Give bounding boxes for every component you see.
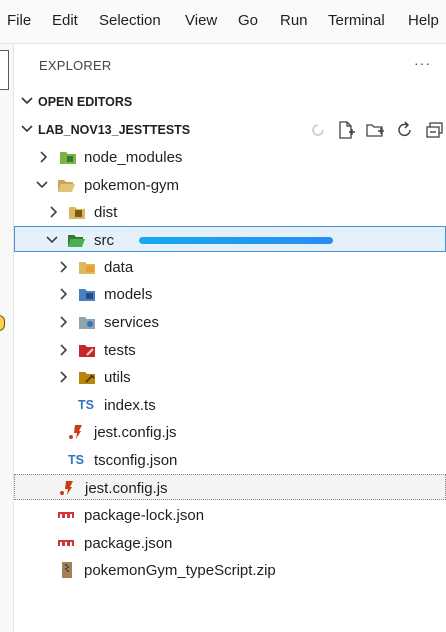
new-file-icon[interactable] — [336, 120, 356, 140]
explorer-activity-indicator[interactable] — [0, 50, 9, 90]
explorer-title: EXPLORER — [39, 58, 112, 73]
activity-bar — [0, 44, 14, 632]
menu-run[interactable]: Run — [280, 12, 308, 29]
tree-item-jest-config-inner[interactable]: jest.config.js — [14, 419, 446, 445]
accounts-icon[interactable] — [0, 315, 5, 331]
chevron-right-icon — [60, 288, 68, 300]
more-actions-icon[interactable]: ··· — [414, 55, 431, 71]
dist-folder-icon — [69, 207, 85, 219]
src-folder-icon — [68, 235, 85, 247]
typescript-config-icon: TS — [68, 453, 84, 467]
tree-item-label: dist — [94, 204, 118, 221]
tree-item-services[interactable]: services — [14, 309, 446, 335]
tree-item-tsconfig[interactable]: TS tsconfig.json — [14, 447, 446, 473]
tree-item-label: models — [104, 286, 153, 303]
tree-item-node-modules[interactable]: node_modules — [14, 144, 446, 170]
tree-item-jest-config-root[interactable]: jest.config.js — [14, 474, 446, 500]
tree-item-label: services — [104, 314, 160, 331]
project-label: LAB_NOV13_JESTTESTS — [38, 123, 191, 137]
refresh-progress-icon — [312, 124, 324, 136]
chevron-right-icon — [40, 151, 48, 163]
chevron-down-icon — [36, 181, 48, 189]
tree-item-package-lock[interactable]: package-lock.json — [14, 502, 446, 528]
menu-bar: File Edit Selection View Go Run Terminal… — [0, 0, 446, 44]
tree-item-label: index.ts — [104, 397, 156, 414]
menu-edit[interactable]: Edit — [52, 12, 78, 29]
open-editors-label: OPEN EDITORS — [38, 95, 133, 109]
tree-item-label: src — [94, 232, 114, 249]
tree-item-package-json[interactable]: package.json — [14, 530, 446, 556]
tree-item-pokemon-gym[interactable]: pokemon-gym — [14, 172, 446, 198]
tree-item-label: pokemon-gym — [84, 177, 180, 194]
tree-item-label: utils — [104, 369, 131, 386]
npm-file-icon — [58, 540, 74, 546]
open-folder-icon — [58, 180, 75, 192]
tree-item-label: tsconfig.json — [94, 452, 178, 469]
chevron-right-icon — [60, 371, 68, 383]
data-folder-icon — [79, 262, 95, 274]
tree-item-label: jest.config.js — [94, 424, 177, 441]
typescript-file-icon: TS — [78, 398, 94, 412]
chevron-right-icon — [60, 316, 68, 328]
tree-item-models[interactable]: models — [14, 281, 446, 307]
chevron-right-icon — [60, 344, 68, 356]
models-folder-icon — [79, 289, 95, 301]
chevron-down-icon — [21, 125, 33, 133]
refresh-icon[interactable] — [395, 120, 415, 140]
project-section[interactable]: LAB_NOV13_JESTTESTS — [14, 117, 446, 143]
npm-file-icon — [58, 512, 74, 518]
services-folder-icon — [79, 317, 95, 329]
explorer-panel: EXPLORER ··· OPEN EDITORS LAB_NOV13_JEST… — [14, 44, 446, 632]
chevron-down-icon — [46, 236, 58, 244]
menu-go[interactable]: Go — [238, 12, 258, 29]
utils-folder-icon — [79, 372, 95, 384]
chevron-right-icon — [50, 206, 58, 218]
tree-item-label: data — [104, 259, 134, 276]
collapse-all-icon[interactable] — [425, 120, 445, 140]
tree-item-zip[interactable]: pokemonGym_typeScript.zip — [14, 557, 446, 583]
menu-file[interactable]: File — [7, 12, 31, 29]
menu-terminal[interactable]: Terminal — [328, 12, 385, 29]
tests-folder-icon — [79, 345, 95, 357]
node-modules-folder-icon — [60, 152, 76, 164]
menu-help[interactable]: Help — [408, 12, 439, 29]
tree-item-tests[interactable]: tests — [14, 337, 446, 363]
tree-item-label: jest.config.js — [85, 480, 168, 497]
tree-item-utils[interactable]: utils — [14, 364, 446, 390]
tree-item-label: package.json — [84, 535, 173, 552]
tree-item-label: package-lock.json — [84, 507, 205, 524]
chevron-down-icon — [21, 97, 33, 105]
menu-view[interactable]: View — [185, 12, 217, 29]
tree-item-dist[interactable]: dist — [14, 199, 446, 225]
new-folder-icon[interactable] — [365, 120, 385, 140]
jest-file-icon — [69, 425, 82, 439]
tree-item-label: node_modules — [84, 149, 183, 166]
tree-item-index-ts[interactable]: TS index.ts — [14, 392, 446, 418]
tree-item-src[interactable]: src — [14, 226, 446, 252]
tree-item-label: tests — [104, 342, 136, 359]
tree-item-label: pokemonGym_typeScript.zip — [84, 562, 276, 579]
zip-file-icon — [62, 562, 72, 578]
tree-item-data[interactable]: data — [14, 254, 446, 280]
menu-selection[interactable]: Selection — [99, 12, 161, 29]
open-editors-section[interactable]: OPEN EDITORS — [14, 89, 446, 115]
jest-file-icon — [60, 481, 73, 495]
chevron-right-icon — [60, 261, 68, 273]
redaction-bar — [139, 237, 333, 244]
